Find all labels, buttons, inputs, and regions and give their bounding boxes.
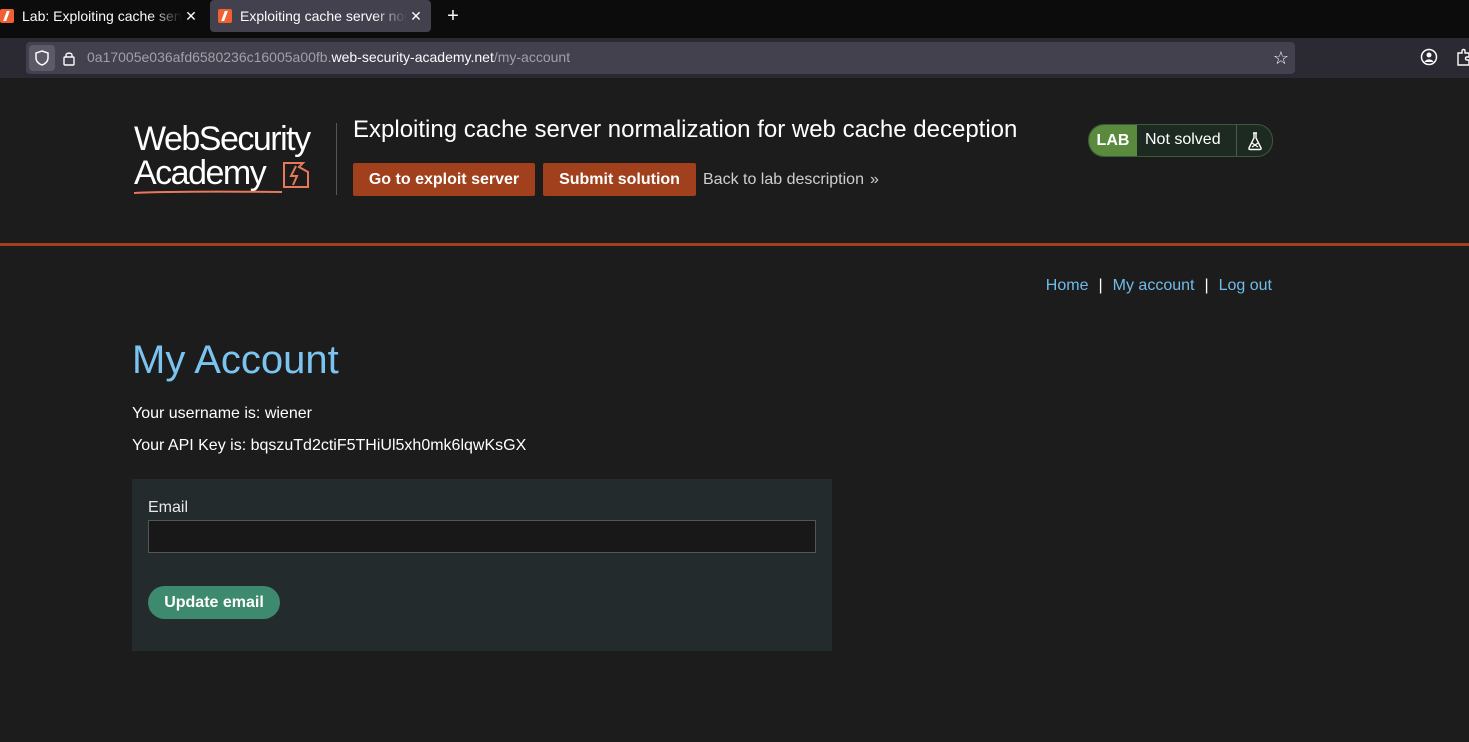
burp-favicon-icon: [0, 9, 14, 23]
academy-bolt-icon: [283, 162, 309, 188]
lab-title: Exploiting cache server normalization fo…: [353, 116, 1018, 143]
nav-home-link[interactable]: Home: [1046, 277, 1089, 294]
flask-icon: [1236, 125, 1272, 156]
close-tab-icon[interactable]: ✕: [182, 8, 200, 25]
lock-icon[interactable]: [62, 50, 76, 66]
update-email-button[interactable]: Update email: [148, 586, 280, 619]
account-nav: Home | My account | Log out: [1046, 277, 1272, 295]
url-host: web-security-academy.net: [331, 49, 494, 65]
logo-line2: Academy: [134, 154, 267, 192]
nav-separator: |: [1098, 277, 1103, 294]
new-tab-button[interactable]: +: [443, 4, 463, 28]
url-prefix: 0a17005e036afd6580236c16005a00fb.: [87, 49, 332, 65]
email-input[interactable]: [148, 520, 816, 553]
back-to-lab-description-link[interactable]: Back to lab description »: [703, 171, 879, 189]
lab-status-text: Not solved: [1145, 131, 1221, 148]
nav-separator: |: [1204, 277, 1209, 294]
tab-title: Lab: Exploiting cache server normalizati…: [22, 8, 182, 24]
submit-solution-button[interactable]: Submit solution: [543, 163, 696, 196]
nav-my-account-link[interactable]: My account: [1113, 277, 1195, 294]
update-email-form: Email Update email: [132, 479, 832, 651]
page-title: My Account: [132, 338, 339, 382]
burp-favicon-icon: [218, 9, 232, 23]
tracking-protection-shield-icon[interactable]: [29, 45, 55, 71]
lab-header: WebSecurity Academy Exploiting cache ser…: [0, 78, 1469, 246]
url-text[interactable]: 0a17005e036afd6580236c16005a00fb.web-sec…: [87, 49, 570, 65]
close-tab-icon[interactable]: ✕: [407, 8, 425, 25]
lab-status-badge: LAB Not solved: [1088, 124, 1273, 157]
header-divider: [336, 123, 337, 195]
lab-badge-label: LAB: [1089, 125, 1137, 156]
browser-tab-bar: Lab: Exploiting cache server normalizati…: [0, 0, 1469, 38]
logo-underline: [134, 190, 282, 194]
double-chevron-right-icon: »: [869, 171, 879, 188]
username-text: Your username is: wiener: [132, 405, 312, 422]
browser-nav-bar: 0a17005e036afd6580236c16005a00fb.web-sec…: [0, 38, 1469, 78]
extensions-puzzle-icon[interactable]: [1456, 48, 1469, 68]
web-security-academy-logo[interactable]: WebSecurity Academy: [134, 122, 334, 194]
browser-tab-active[interactable]: Exploiting cache server normalization fo…: [210, 0, 431, 32]
browser-tab-lab[interactable]: Lab: Exploiting cache server normalizati…: [0, 0, 206, 32]
bookmark-star-icon[interactable]: ☆: [1273, 48, 1289, 68]
logo-line1: WebSecurity: [134, 120, 311, 158]
email-label: Email: [148, 499, 189, 516]
api-key-text: Your API Key is: bqszuTd2ctiF5THiUl5xh0m…: [132, 437, 527, 454]
go-to-exploit-server-button[interactable]: Go to exploit server: [353, 163, 535, 196]
address-bar[interactable]: 0a17005e036afd6580236c16005a00fb.web-sec…: [26, 42, 1295, 74]
url-path: /my-account: [493, 49, 571, 65]
back-link-label: Back to lab description: [703, 171, 864, 188]
account-icon[interactable]: [1420, 48, 1438, 66]
nav-logout-link[interactable]: Log out: [1219, 277, 1272, 294]
tab-title: Exploiting cache server normalization fo…: [240, 8, 407, 24]
